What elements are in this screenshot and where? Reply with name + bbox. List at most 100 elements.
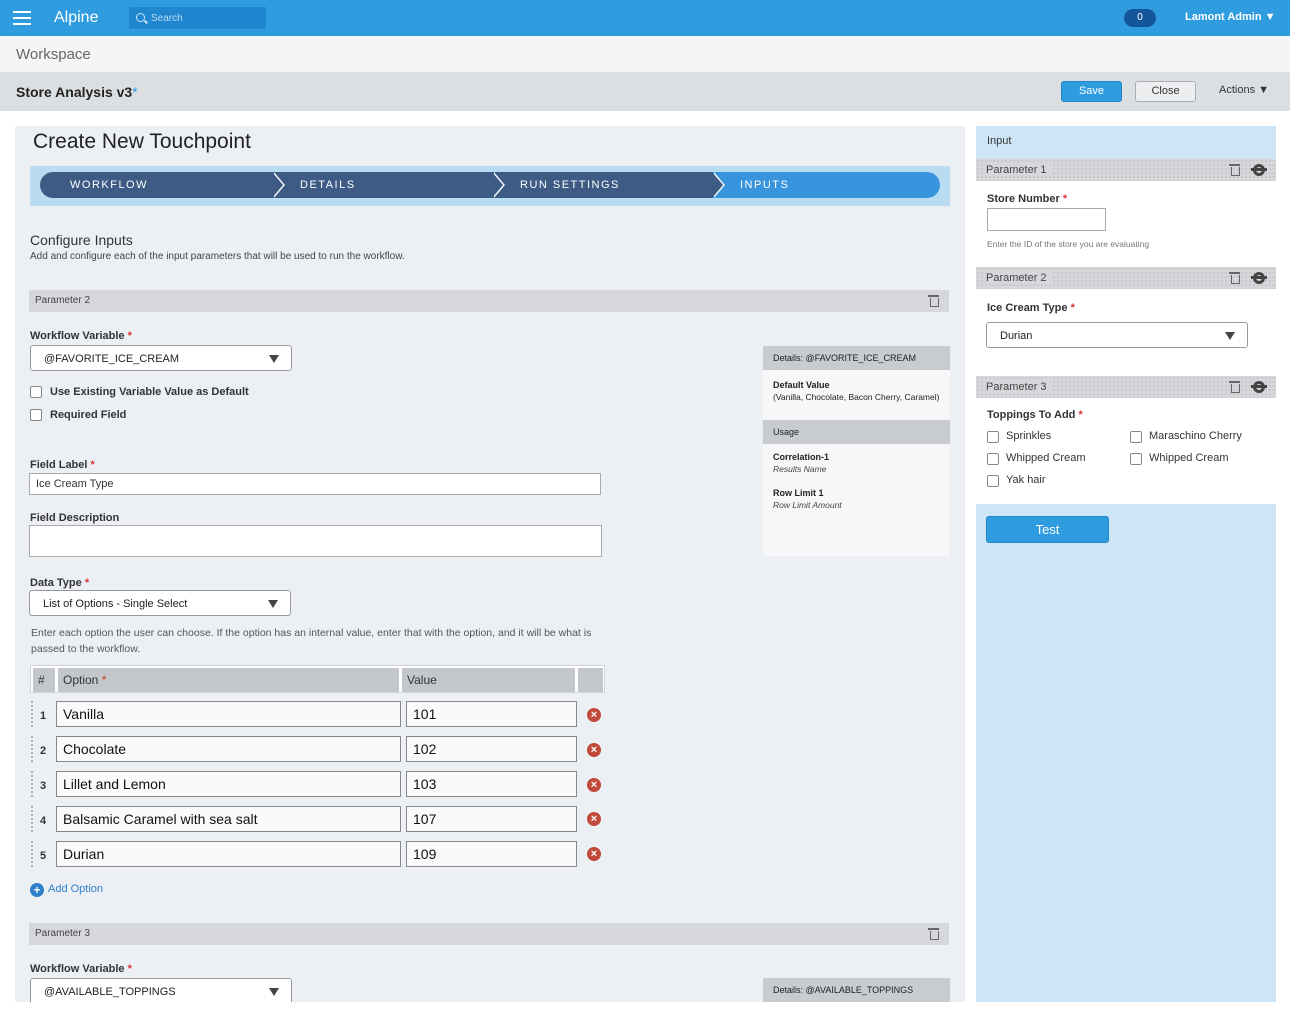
step-separator (492, 172, 503, 198)
input-panel-title: Input (987, 135, 1012, 147)
menu-icon[interactable] (13, 11, 31, 25)
document-bar: Store Analysis v3* Save Close Actions ▼ (0, 73, 1290, 111)
section-title: Configure Inputs (30, 232, 133, 248)
add-option-label: Add Option (48, 883, 104, 895)
workflow-variable-select[interactable]: @FAVORITE_ICE_CREAM (30, 345, 292, 371)
parameter-2-header: Parameter 2 (29, 290, 949, 312)
column-header-value: Value (402, 668, 575, 692)
workflow-variable-value: @AVAILABLE_TOPPINGS (44, 986, 176, 998)
trash-icon[interactable] (1229, 272, 1240, 284)
add-option-button[interactable]: + Add Option (30, 883, 103, 897)
field-label-input[interactable]: Ice Cream Type (29, 473, 601, 495)
preview-parameter-1-body: Store Number * Enter the ID of the store… (976, 181, 1276, 267)
value-input[interactable]: 101 (406, 701, 577, 727)
column-header-option: Option * (58, 668, 399, 692)
preview-parameter-2-body: Ice Cream Type * Durian (976, 289, 1276, 376)
trash-icon[interactable] (1229, 381, 1240, 393)
option-input[interactable]: Durian (56, 841, 401, 867)
close-button[interactable]: Close (1135, 81, 1196, 102)
step-details[interactable]: DETAILS (272, 172, 492, 198)
toppings-label-text: Toppings To Add (987, 409, 1076, 421)
page-title: Create New Touchpoint (33, 130, 251, 153)
delete-option-icon[interactable]: × (587, 847, 601, 861)
drag-handle[interactable]: 1 (31, 701, 53, 727)
topping-checkbox[interactable] (1130, 431, 1142, 443)
field-label-label: Field Label * (30, 459, 95, 471)
topping-checkbox[interactable] (987, 453, 999, 465)
plus-icon: + (30, 883, 44, 897)
input-preview-panel: Input Parameter 1 Store Number * Enter t… (976, 126, 1276, 1002)
ice-cream-type-select[interactable]: Durian (986, 322, 1248, 348)
value-input[interactable]: 109 (406, 841, 577, 867)
step-run-settings[interactable]: RUN SETTINGS (492, 172, 712, 198)
test-button[interactable]: Test (986, 516, 1109, 543)
drag-handle[interactable]: 2 (31, 736, 53, 762)
required-field-checkbox[interactable] (30, 409, 42, 421)
value-input[interactable]: 107 (406, 806, 577, 832)
search-input[interactable] (151, 10, 261, 26)
usage-header: Usage (763, 420, 950, 444)
workflow-variable-label: Workflow Variable * (30, 330, 132, 342)
drag-handle[interactable]: 4 (31, 806, 53, 832)
step-separator (712, 172, 723, 198)
required-asterisk: * (84, 577, 90, 589)
topping-label: Yak hair (1006, 474, 1046, 486)
workflow-variable-select[interactable]: @AVAILABLE_TOPPINGS (30, 978, 292, 1002)
drag-handle[interactable]: 5 (31, 841, 53, 867)
option-input[interactable]: Chocolate (56, 736, 401, 762)
required-asterisk: * (1062, 193, 1068, 205)
use-existing-label: Use Existing Variable Value as Default (50, 386, 249, 398)
value-input[interactable]: 103 (406, 771, 577, 797)
search-box[interactable] (129, 7, 266, 29)
trash-icon[interactable] (928, 928, 939, 940)
notification-badge[interactable]: 0 (1124, 9, 1156, 27)
gear-icon[interactable] (1253, 381, 1265, 393)
usage-item-name: Row Limit 1 (773, 488, 824, 498)
workflow-variable-value: @FAVORITE_ICE_CREAM (44, 353, 180, 365)
save-button[interactable]: Save (1061, 81, 1122, 102)
gear-icon[interactable] (1253, 164, 1265, 176)
topping-checkbox[interactable] (1130, 453, 1142, 465)
trash-icon[interactable] (1229, 164, 1240, 176)
workspace-bar: Workspace (0, 36, 1290, 73)
brand-logo[interactable]: Alpine (54, 9, 98, 27)
required-asterisk: * (90, 459, 95, 471)
required-asterisk: * (1070, 302, 1075, 314)
step-workflow[interactable]: WORKFLOW (40, 172, 272, 198)
trash-icon[interactable] (928, 295, 939, 307)
chevron-down-icon (268, 600, 278, 608)
column-header-number: # (33, 668, 55, 692)
delete-option-icon[interactable]: × (587, 812, 601, 826)
option-input[interactable]: Lillet and Lemon (56, 771, 401, 797)
store-number-hint: Enter the ID of the store you are evalua… (987, 239, 1150, 249)
use-existing-checkbox[interactable] (30, 386, 42, 398)
option-input[interactable]: Balsamic Caramel with sea salt (56, 806, 401, 832)
actions-menu[interactable]: Actions ▼ (1219, 84, 1269, 96)
gear-icon[interactable] (1253, 272, 1265, 284)
preview-parameter-1-header: Parameter 1 (976, 159, 1276, 181)
parameter-2-title: Parameter 2 (35, 295, 91, 306)
drag-handle[interactable]: 3 (31, 771, 53, 797)
workspace-title[interactable]: Workspace (16, 46, 91, 63)
details-header: Details: @FAVORITE_ICE_CREAM (763, 346, 950, 370)
delete-option-icon[interactable]: × (587, 708, 601, 722)
topping-checkbox[interactable] (987, 431, 999, 443)
option-input[interactable]: Vanilla (56, 701, 401, 727)
delete-option-icon[interactable]: × (587, 743, 601, 757)
data-type-select[interactable]: List of Options - Single Select (29, 590, 291, 616)
user-menu[interactable]: Lamont Admin ▼ (1185, 11, 1276, 23)
document-title: Store Analysis v3* (16, 84, 138, 100)
field-description-input[interactable] (29, 525, 602, 557)
chevron-down-icon (269, 355, 279, 363)
topping-checkbox[interactable] (987, 475, 999, 487)
step-inputs[interactable]: INPUTS (712, 172, 940, 198)
value-input[interactable]: 102 (406, 736, 577, 762)
data-type-label-text: Data Type (30, 577, 82, 589)
store-number-input[interactable] (987, 208, 1106, 231)
default-value-text: (Vanilla, Chocolate, Bacon Cherry, Caram… (773, 392, 940, 402)
required-asterisk: * (127, 963, 132, 975)
preview-parameter-2-title: Parameter 2 (986, 272, 1051, 284)
delete-option-icon[interactable]: × (587, 778, 601, 792)
preview-parameter-1-title: Parameter 1 (986, 164, 1051, 176)
search-icon (136, 13, 145, 22)
